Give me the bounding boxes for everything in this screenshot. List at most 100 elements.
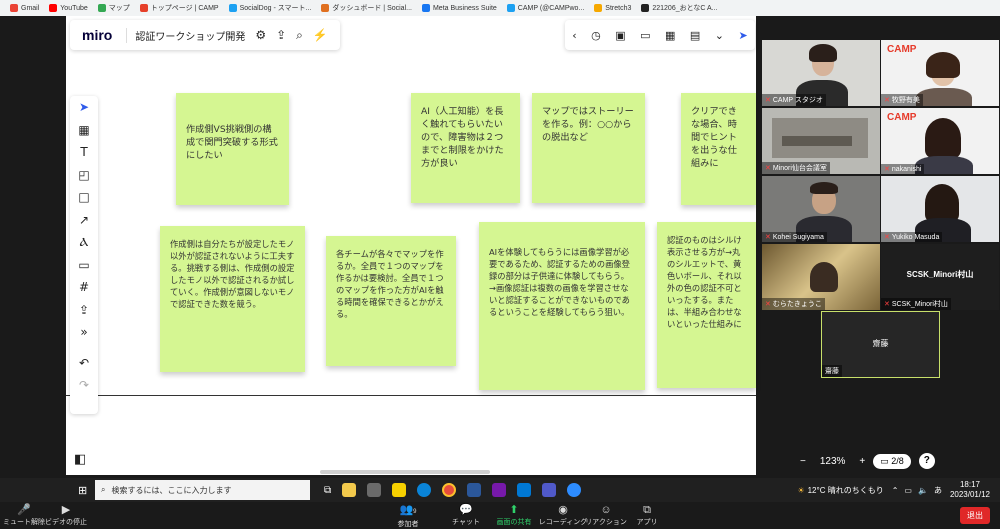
clock-time: 18:17 [959,480,980,489]
template-icon[interactable]: ▦ [78,119,89,142]
video-tile[interactable]: ✕ むらたきょうこ [762,244,880,310]
sticky-note[interactable]: 各チームが各々でマップを作るか。全員で１つのマップを作るかは要検討。全員で１つの… [326,236,456,366]
leave-button[interactable]: 退出 [960,507,990,524]
table-icon[interactable]: ▦ [665,29,675,42]
bookmark-item[interactable]: ダッシュボード | Social... [321,3,412,13]
bookmark-favicon-icon [139,4,148,12]
share-upload-icon[interactable]: ⇪ [276,28,286,42]
task-view-icon[interactable]: ⧉ [324,485,331,496]
chevron-left-icon[interactable]: ‹ [572,29,576,42]
weather-text[interactable]: 12°C 晴れのちくもり [808,485,884,496]
participants-icon: 👥9 [399,504,417,516]
bookmark-item[interactable]: マップ [97,3,130,13]
timer-icon[interactable]: ◷ [591,29,601,42]
clock[interactable]: 18:17 2023/01/12 [950,480,990,500]
bookmark-label: SocialDog - スマート... [239,5,312,12]
chevron-up-icon[interactable]: ⌃ [892,486,899,495]
video-tile[interactable]: SCSK_Minori村山 ✕ SCSK_Minori村山 [881,244,999,310]
zoom-in-icon[interactable]: + [859,456,865,467]
sticky-note-icon[interactable]: ◰ [78,164,89,187]
bookmark-label: CAMP (@CAMPwo... [517,4,585,12]
participants-button[interactable]: 👥9 参加者 [378,504,438,529]
sticky-note-text: AIを体験してもらうには画像学習が必要であるため、認証するための画像登録の部分は… [489,247,630,317]
video-tile[interactable]: CAMP ✕ nakanishi [881,108,999,174]
upload-icon[interactable]: ⇪ [79,299,89,322]
apps-button[interactable]: ⧉ アプリ [617,504,677,527]
shape-icon[interactable]: □ [78,186,89,209]
sticky-note[interactable]: AI（人工知能）を長く触れてもらいたいので、障害物は２つまでと制限をかけた方が良… [411,93,520,203]
ime-indicator[interactable]: あ [934,485,942,496]
bookmark-item[interactable]: Stretch3 [594,4,631,12]
network-icon[interactable]: ▭ [904,486,912,495]
bookmark-item[interactable]: SocialDog - スマート... [228,3,312,13]
sticky-note[interactable]: 認証のものはシルけ表示させる方が→丸のシルエットで、黄色いボール、それ以外の色の… [657,222,756,388]
word-icon[interactable] [467,483,482,497]
bookmark-item[interactable]: Gmail [10,4,39,12]
edge-icon[interactable] [417,483,432,497]
board-name[interactable]: 認証ワークショップ開発 [126,27,245,43]
bookmark-item[interactable]: 221206_おとなC A... [641,3,718,13]
plugin-icon[interactable]: ⚡ [313,28,328,42]
bookmark-item[interactable]: トップページ | CAMP [139,3,219,13]
frame-page-indicator[interactable]: ▭ 2/8 [873,453,911,469]
video-tile[interactable]: ✕ Minori仙台会議室 [762,108,880,174]
sticky-note-text: 作成側は自分たちが設定したモノ以外が認証されないように工夫する。挑戦する側は、作… [170,239,295,309]
video-tile[interactable]: ✕ Yukiko Masuda [881,176,999,242]
pen-icon[interactable]: Ⲁ [80,231,89,254]
search-icon: ⌕ [101,485,106,494]
bookmark-item[interactable]: CAMP (@CAMPwo... [506,4,585,12]
miro-zoom-bar: − 123% + ▭ 2/8 ? [756,447,1000,475]
app-icon[interactable] [367,483,382,497]
comment-icon[interactable]: ▭ [78,254,89,277]
card-icon[interactable]: ▤ [690,29,700,42]
video-tile-active-speaker[interactable]: 齋藤 齋藤 [821,311,940,378]
teams-icon[interactable] [542,483,557,497]
sticky-note[interactable]: マップではストーリーを作る。例：○○からの脱出など [532,93,645,203]
bookmark-item[interactable]: Meta Business Suite [421,4,497,12]
zoom-level[interactable]: 123% [820,456,846,467]
sticky-note[interactable]: AIを体験してもらうには画像学習が必要であるため、認証するための画像登録の部分は… [479,222,645,390]
select-cursor-icon[interactable]: ➤ [79,96,89,119]
bookmark-favicon-icon [49,4,58,12]
video-tile[interactable]: ✕ Kohei Sugiyama [762,176,880,242]
comment-icon[interactable]: ▭ [640,29,650,42]
frame-icon[interactable]: # [79,276,89,299]
settings-icon[interactable]: ⚙ [255,28,266,42]
redo-icon[interactable]: ↷ [79,374,89,397]
sticky-app-icon[interactable] [392,483,407,497]
miro-logo[interactable]: miro [82,27,112,43]
video-tile[interactable]: ✕ CAMP スタジオ [762,40,880,106]
bookmark-item[interactable]: YouTube [49,4,88,12]
taskbar-search[interactable]: ⌕ 検索するには、ここに入力します [95,480,310,500]
undo-icon[interactable]: ↶ [79,352,89,375]
volume-icon[interactable]: 🔈 [918,486,928,495]
video-button[interactable]: ▶ ビデオの停止 [36,504,96,527]
onenote-icon[interactable] [492,483,507,497]
video-tile[interactable]: CAMP ✕ 牧野有美 [881,40,999,106]
chevron-down-icon[interactable]: ⌄ [715,29,724,42]
cursor-arrow-icon[interactable]: ➤ [738,29,747,42]
windows-start-icon[interactable]: ⊞ [78,484,87,497]
frame-icon[interactable]: ▣ [615,29,625,42]
zoom-icon[interactable] [567,483,582,497]
zoom-out-icon[interactable]: − [800,456,806,467]
file-explorer-icon[interactable] [342,483,357,497]
help-button[interactable]: ? [918,453,935,469]
sticky-note[interactable]: 作成側VS挑戦側の構成で関門突破する形式にしたい [176,93,289,205]
bookmark-label: Stretch3 [605,4,632,12]
search-icon[interactable]: ⌕ [296,28,303,43]
text-icon[interactable]: T [80,141,87,164]
participant-name: ✕ Minori仙台会議室 [762,162,830,174]
horizontal-scrollbar[interactable] [320,470,490,474]
camp-logo: CAMP [887,112,917,123]
sticky-note[interactable]: 作成側は自分たちが設定したモノ以外が認証されないように工夫する。挑戦する側は、作… [160,226,305,372]
camp-logo: CAMP [887,44,917,55]
outlook-icon[interactable] [517,483,532,497]
clock-date: 2023/01/12 [949,490,990,499]
connection-line-icon[interactable]: ↗ [79,209,89,232]
sticky-note[interactable]: クリアできな場合、時間でヒントを出うな仕組みに [681,93,756,205]
more-tools-icon[interactable]: » [80,321,87,344]
apps-icon: ⧉ [643,504,651,516]
chrome-icon[interactable] [442,483,457,497]
panels-icon[interactable]: ◧ [74,452,86,467]
